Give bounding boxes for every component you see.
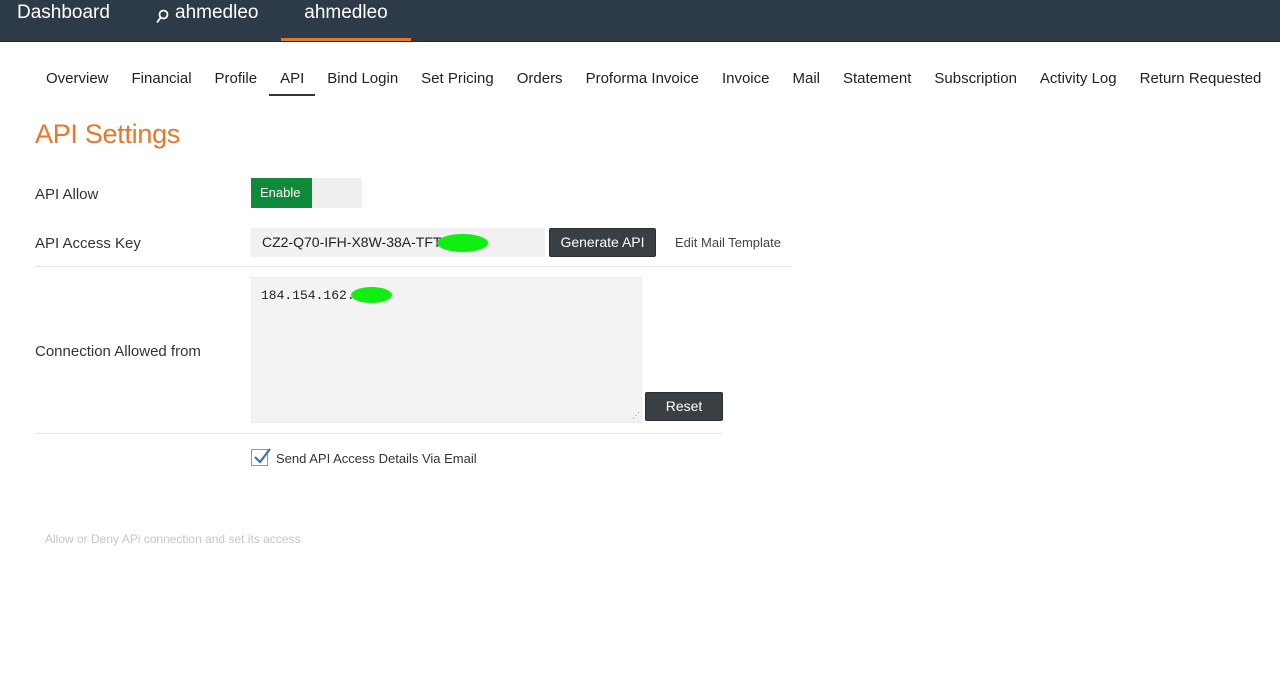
tab-api[interactable]: API [269,62,316,96]
tab-proforma-invoice[interactable]: Proforma Invoice [575,62,710,96]
top-nav-bar: Dashboard ahmedleo ahmedleo [0,0,1280,42]
search-icon [156,6,169,32]
redaction-mark [351,287,392,303]
tab-subscription[interactable]: Subscription [923,62,1028,96]
api-key-field[interactable]: CZ2-Q70-IFH-X8W-38A-TFT- [251,228,545,257]
generate-api-button[interactable]: Generate API [549,228,656,257]
api-key-value: CZ2-Q70-IFH-X8W-38A-TFT- [262,234,446,250]
page-title: API Settings [35,119,180,149]
connection-allowed-label: Connection Allowed from [35,343,201,360]
api-allow-toggle[interactable]: Enable [251,178,362,208]
resize-grip-icon[interactable]: ⋰ [632,412,640,420]
nav-dashboard[interactable]: Dashboard [17,0,110,41]
divider [35,433,723,434]
nav-user-search[interactable]: ahmedleo [156,0,258,41]
tab-financial[interactable]: Financial [121,62,203,96]
account-tabs: Overview Financial Profile API Bind Login Set… [35,62,1273,98]
api-key-label: API Access Key [35,235,141,252]
redaction-mark [437,234,488,252]
edit-mail-template-link[interactable]: Edit Mail Template [675,235,781,250]
tab-overview[interactable]: Overview [35,62,120,96]
tab-profile[interactable]: Profile [204,62,269,96]
toggle-enable-label: Enable [251,178,312,208]
nav-search-user-label: ahmedleo [175,2,259,23]
connection-allowed-textarea[interactable]: 184.154.162. [251,277,642,423]
api-allow-label: API Allow [35,186,99,203]
tab-bind-login[interactable]: Bind Login [316,62,409,96]
tab-statement[interactable]: Statement [832,62,922,96]
tab-activity-log[interactable]: Activity Log [1029,62,1128,96]
help-text: Allow or Deny APi connection and set its… [45,532,301,546]
tab-mail[interactable]: Mail [781,62,831,96]
send-email-label[interactable]: Send API Access Details Via Email [276,451,477,466]
nav-current-user[interactable]: ahmedleo [281,0,411,41]
tab-return-requested[interactable]: Return Requested [1129,62,1273,96]
tab-invoice[interactable]: Invoice [711,62,781,96]
checkmark-icon [254,448,271,464]
reset-button[interactable]: Reset [645,392,723,421]
divider [35,266,791,267]
send-email-checkbox[interactable] [251,448,271,466]
tab-orders[interactable]: Orders [506,62,574,96]
active-nav-indicator [281,38,411,41]
tab-set-pricing[interactable]: Set Pricing [410,62,505,96]
